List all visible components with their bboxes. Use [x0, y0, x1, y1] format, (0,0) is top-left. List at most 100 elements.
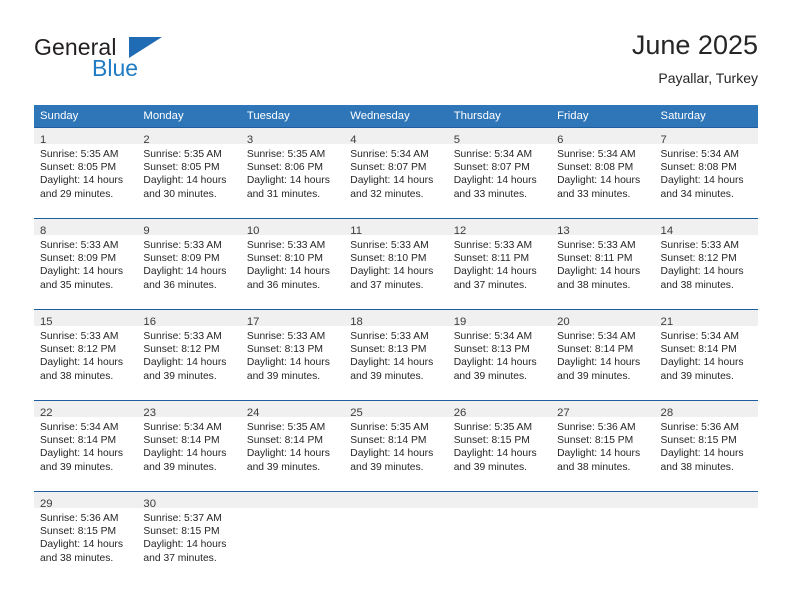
day-number: 4	[350, 134, 357, 146]
general-blue-logo[interactable]: General Blue	[34, 34, 214, 86]
daylight-text-line2: and 37 minutes.	[453, 279, 527, 291]
calendar-day-cell[interactable]: 24 Sunrise: 5:35 AM Sunset: 8:14 PM Dayligh…	[240, 400, 345, 492]
daylight-text-line2: and 39 minutes.	[246, 461, 321, 473]
day-number: 24	[246, 407, 260, 419]
calendar-day-cell[interactable]: 21 Sunrise: 5:34 AM Sunset: 8:14 PM Dayligh…	[654, 309, 758, 401]
sunrise-text: Sunrise: 5:33 AM	[246, 240, 326, 251]
sunrise-text: Sunrise: 5:34 AM	[40, 422, 119, 433]
calendar-day-cell[interactable]: 9 Sunrise: 5:33 AM Sunset: 8:09 PM Daylight…	[137, 218, 241, 310]
sunrise-text: Sunrise: 5:35 AM	[453, 422, 533, 433]
calendar-day-cell[interactable]: 19 Sunrise: 5:34 AM Sunset: 8:13 PM Dayligh…	[447, 309, 552, 401]
calendar-day-cell[interactable]: 17 Sunrise: 5:33 AM Sunset: 8:13 PM Dayligh…	[240, 309, 345, 401]
daylight-text-line2: and 33 minutes.	[453, 188, 527, 200]
daylight-text-line2: and 39 minutes.	[350, 461, 424, 473]
daylight-text-line1: Daylight: 14 hours	[453, 266, 537, 278]
calendar-day-cell[interactable]: 3 Sunrise: 5:35 AM Sunset: 8:06 PM Daylight…	[240, 127, 345, 219]
calendar-day-cell-empty	[654, 491, 758, 582]
daylight-text-line1: Daylight: 14 hours	[143, 175, 227, 187]
calendar-day-cell[interactable]: 10 Sunrise: 5:33 AM Sunset: 8:10 PM Dayligh…	[240, 218, 345, 310]
sunset-text: Sunset: 8:15 PM	[40, 526, 117, 538]
daylight-text-line1: Daylight: 14 hours	[660, 266, 744, 278]
sunset-text: Sunset: 8:10 PM	[246, 253, 323, 265]
calendar-day-cell[interactable]: 12 Sunrise: 5:33 AM Sunset: 8:11 PM Dayligh…	[447, 218, 552, 310]
sunset-text: Sunset: 8:12 PM	[143, 344, 220, 356]
calendar-day-cell[interactable]: 13 Sunrise: 5:33 AM Sunset: 8:11 PM Dayligh…	[551, 218, 655, 310]
day-number: 30	[143, 498, 156, 510]
day-number: 13	[557, 225, 570, 237]
sunrise-text: Sunrise: 5:33 AM	[350, 240, 429, 251]
day-number: 22	[40, 407, 53, 419]
day-number: 21	[660, 316, 674, 328]
sunrise-text: Sunrise: 5:34 AM	[660, 331, 739, 342]
calendar-day-cell[interactable]: 26 Sunrise: 5:35 AM Sunset: 8:15 PM Dayligh…	[447, 400, 552, 492]
day-number: 29	[40, 498, 53, 510]
daylight-text-line1: Daylight: 14 hours	[246, 266, 330, 278]
calendar-day-cell[interactable]: 20 Sunrise: 5:34 AM Sunset: 8:14 PM Dayligh…	[551, 309, 655, 401]
sunset-text: Sunset: 8:15 PM	[453, 435, 530, 447]
column-header-sunday: Sunday	[34, 105, 138, 128]
sunset-text: Sunset: 8:09 PM	[143, 253, 220, 265]
page-title: June 2025	[631, 30, 758, 60]
sunrise-text: Sunrise: 5:34 AM	[557, 331, 636, 342]
calendar-day-cell[interactable]: 1 Sunrise: 5:35 AM Sunset: 8:05 PM Daylight…	[34, 127, 138, 219]
sunset-text: Sunset: 8:14 PM	[40, 435, 117, 447]
daylight-text-line2: and 39 minutes.	[557, 370, 631, 382]
calendar-day-cell[interactable]: 8 Sunrise: 5:33 AM Sunset: 8:09 PM Daylight…	[34, 218, 138, 310]
sunset-text: Sunset: 8:13 PM	[453, 344, 530, 356]
calendar-day-cell[interactable]: 16 Sunrise: 5:33 AM Sunset: 8:12 PM Dayligh…	[137, 309, 241, 401]
sunset-text: Sunset: 8:15 PM	[143, 526, 220, 538]
calendar-page: General Blue June 2025 Payallar, Turkey …	[0, 0, 792, 612]
daylight-text-line2: and 39 minutes.	[453, 461, 527, 473]
logo-text-blue: Blue	[92, 55, 139, 81]
calendar-day-cell[interactable]: 27 Sunrise: 5:36 AM Sunset: 8:15 PM Dayligh…	[551, 400, 655, 492]
sunrise-text: Sunrise: 5:35 AM	[246, 422, 326, 433]
sunrise-text: Sunrise: 5:34 AM	[350, 149, 429, 160]
sunset-text: Sunset: 8:15 PM	[660, 435, 737, 447]
daylight-text-line2: and 36 minutes.	[143, 279, 217, 291]
day-number: 19	[453, 316, 467, 328]
calendar-day-cell[interactable]: 18 Sunrise: 5:33 AM Sunset: 8:13 PM Dayligh…	[344, 309, 448, 401]
sunset-text: Sunset: 8:14 PM	[350, 435, 427, 447]
sunrise-text: Sunrise: 5:35 AM	[143, 149, 222, 160]
daylight-text-line1: Daylight: 14 hours	[350, 357, 434, 369]
daylight-text-line1: Daylight: 14 hours	[557, 266, 641, 278]
calendar-day-cell[interactable]: 6 Sunrise: 5:34 AM Sunset: 8:08 PM Daylight…	[551, 127, 655, 219]
day-number: 25	[350, 407, 363, 419]
calendar-day-cell[interactable]: 22 Sunrise: 5:34 AM Sunset: 8:14 PM Dayligh…	[34, 400, 138, 492]
day-number: 15	[40, 316, 53, 328]
daylight-text-line2: and 36 minutes.	[246, 279, 321, 291]
sunset-text: Sunset: 8:15 PM	[557, 435, 634, 447]
calendar-day-cell[interactable]: 11 Sunrise: 5:33 AM Sunset: 8:10 PM Dayligh…	[344, 218, 448, 310]
title-block: June 2025 Payallar, Turkey	[632, 28, 758, 88]
calendar-day-cell[interactable]: 23 Sunrise: 5:34 AM Sunset: 8:14 PM Dayligh…	[137, 400, 241, 492]
sunrise-text: Sunrise: 5:34 AM	[557, 149, 636, 160]
sunrise-text: Sunrise: 5:37 AM	[143, 513, 222, 524]
calendar-day-cell[interactable]: 30 Sunrise: 5:37 AM Sunset: 8:15 PM Dayligh…	[137, 491, 241, 582]
calendar-body: 1 Sunrise: 5:35 AM Sunset: 8:05 PM Daylight…	[34, 127, 758, 582]
calendar-day-cell[interactable]: 4 Sunrise: 5:34 AM Sunset: 8:07 PM Daylight…	[344, 127, 448, 219]
sunrise-sunset-calendar-table: Sunday Monday Tuesday Wednesday Thursday…	[34, 105, 758, 582]
sunrise-text: Sunrise: 5:33 AM	[557, 240, 636, 251]
sunrise-text: Sunrise: 5:36 AM	[660, 422, 739, 433]
sunrise-text: Sunrise: 5:34 AM	[660, 149, 739, 160]
calendar-day-cell[interactable]: 28 Sunrise: 5:36 AM Sunset: 8:15 PM Dayligh…	[654, 400, 758, 492]
calendar-day-cell[interactable]: 25 Sunrise: 5:35 AM Sunset: 8:14 PM Dayligh…	[344, 400, 448, 492]
sunrise-text: Sunrise: 5:33 AM	[143, 331, 222, 342]
calendar-day-cell[interactable]: 14 Sunrise: 5:33 AM Sunset: 8:12 PM Dayligh…	[654, 218, 758, 310]
daylight-text-line1: Daylight: 14 hours	[143, 448, 227, 460]
sunset-text: Sunset: 8:13 PM	[246, 344, 323, 356]
calendar-day-cell[interactable]: 2 Sunrise: 5:35 AM Sunset: 8:05 PM Daylight…	[137, 127, 241, 219]
daylight-text-line1: Daylight: 14 hours	[557, 175, 641, 187]
calendar-day-cell[interactable]: 15 Sunrise: 5:33 AM Sunset: 8:12 PM Dayligh…	[34, 309, 138, 401]
page-header: General Blue June 2025 Payallar, Turkey	[34, 28, 758, 94]
sunrise-text: Sunrise: 5:33 AM	[40, 331, 119, 342]
calendar-day-cell[interactable]: 7 Sunrise: 5:34 AM Sunset: 8:08 PM Daylight…	[654, 127, 758, 219]
daylight-text-line1: Daylight: 14 hours	[350, 175, 434, 187]
daylight-text-line1: Daylight: 14 hours	[350, 448, 434, 460]
daylight-text-line1: Daylight: 14 hours	[350, 266, 434, 278]
calendar-day-cell[interactable]: 5 Sunrise: 5:34 AM Sunset: 8:07 PM Daylight…	[447, 127, 552, 219]
sunset-text: Sunset: 8:08 PM	[660, 162, 737, 174]
calendar-day-cell[interactable]: 29 Sunrise: 5:36 AM Sunset: 8:15 PM Dayligh…	[34, 491, 138, 582]
sunrise-text: Sunrise: 5:35 AM	[350, 422, 429, 433]
sunset-text: Sunset: 8:08 PM	[557, 162, 634, 174]
